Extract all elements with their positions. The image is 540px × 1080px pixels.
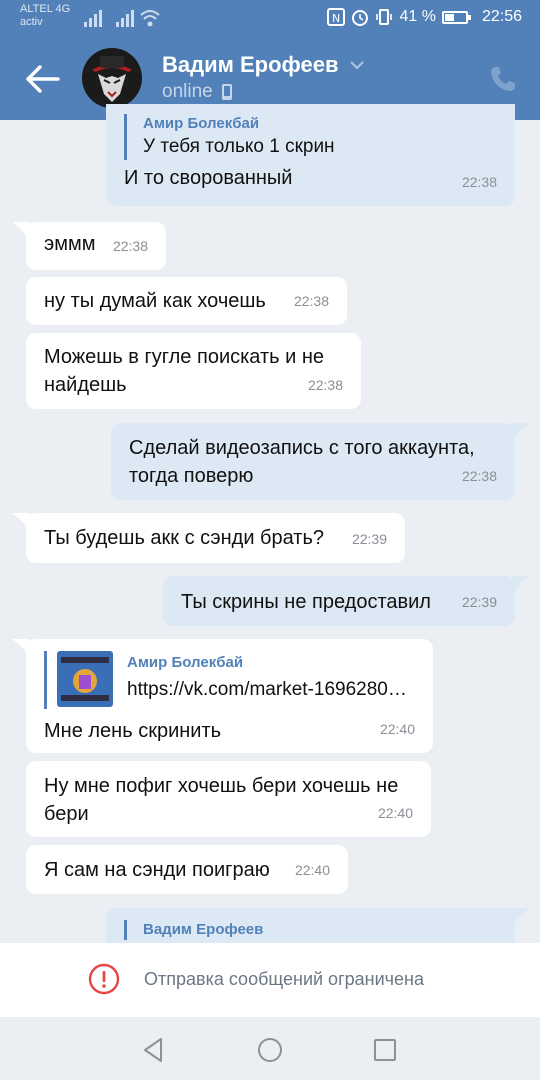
reply-author: Амир Болекбай xyxy=(143,115,260,132)
reply-quote[interactable]: Вадим Ерофеев xyxy=(124,920,497,940)
message-text-line: тогда поверю xyxy=(129,465,254,487)
message-incoming[interactable]: Можешь в гугле поискать и не найдешь 22:… xyxy=(26,333,361,409)
reply-author: Амир Болекбай xyxy=(127,654,244,671)
contact-name: Вадим Ерофеев xyxy=(162,52,339,77)
nav-back-icon[interactable] xyxy=(139,1035,169,1065)
message-time: 22:38 xyxy=(461,174,497,190)
message-text-line: Можешь в гугле поискать и не xyxy=(44,346,325,368)
nav-recents-icon[interactable] xyxy=(370,1035,400,1065)
message-incoming[interactable]: Я сам на сэнди поиграю 22:40 xyxy=(26,845,348,894)
wolf-avatar-icon xyxy=(82,48,142,108)
status-right: N 41 % 22:56 xyxy=(327,8,522,26)
contact-name-button[interactable]: Вадим Ерофеев xyxy=(162,52,365,78)
message-time: 22:40 xyxy=(294,862,330,878)
message-text: Мне лень скринить xyxy=(44,720,222,742)
battery-icon xyxy=(441,10,471,24)
clock: 22:56 xyxy=(481,8,522,25)
carrier-name: ALTEL 4G xyxy=(20,3,71,15)
message-time: 22:40 xyxy=(379,721,415,737)
message-text: Ты скрины не предоставил xyxy=(181,591,431,613)
message-time: 22:39 xyxy=(351,531,387,547)
restriction-text: Отправка сообщений ограничена xyxy=(144,969,424,989)
status-bar: ALTEL 4G activ N 41 % 22:56 xyxy=(0,0,540,38)
message-text-line: Ну мне пофиг хочешь бери хочешь не xyxy=(44,775,399,797)
message-text-line: Сделай видеозапись с того аккаунта, xyxy=(129,437,475,459)
message-time: 22:38 xyxy=(112,238,148,254)
nfc-icon: N xyxy=(327,8,346,26)
back-arrow-icon[interactable] xyxy=(24,62,60,96)
reply-quote[interactable]: Амир Болекбай https://vk.com/market-1696… xyxy=(44,651,415,709)
carrier-sub: activ xyxy=(20,16,43,28)
online-status: online xyxy=(162,81,213,102)
message-text-line: бери xyxy=(44,803,89,825)
message-time: 22:38 xyxy=(307,377,343,393)
carrier-label: ALTEL 4G activ xyxy=(20,3,70,29)
message-text: Ты будешь акк с сэнди брать? xyxy=(44,527,325,549)
battery-percent: 41 % xyxy=(399,8,436,25)
message-incoming[interactable]: Ну мне пофиг хочешь бери хочешь не бери … xyxy=(26,761,431,837)
message-time: 22:40 xyxy=(377,805,413,821)
wifi-icon xyxy=(140,10,160,27)
system-nav-bar xyxy=(0,1017,540,1080)
chevron-down-icon xyxy=(349,61,364,70)
signal-icon-2 xyxy=(116,10,134,27)
vibrate-icon xyxy=(376,9,393,25)
warning-icon xyxy=(88,963,120,995)
message-outgoing[interactable]: Сделай видеозапись с того аккаунта, тогд… xyxy=(111,423,515,500)
message-text: ну ты думай как хочешь xyxy=(44,290,266,312)
message-outgoing[interactable]: Вадим Ерофеев xyxy=(106,908,515,944)
message-outgoing[interactable]: Амир Болекбай У тебя только 1 скрин И то… xyxy=(106,104,515,206)
message-incoming[interactable]: Ты будешь акк с сэнди брать? 22:39 xyxy=(26,513,405,563)
message-text: Я сам на сэнди поиграю xyxy=(44,859,270,881)
message-incoming[interactable]: эммм 22:38 xyxy=(26,222,166,270)
message-text: И то сворованный xyxy=(124,167,293,189)
message-restricted-bar: Отправка сообщений ограничена xyxy=(0,943,540,1017)
message-time: 22:38 xyxy=(293,293,329,309)
message-time: 22:38 xyxy=(461,468,497,484)
message-text-line: найдешь xyxy=(44,374,127,396)
reply-text: У тебя только 1 скрин xyxy=(143,136,335,157)
message-incoming[interactable]: ну ты думай как хочешь 22:38 xyxy=(26,277,347,325)
reply-author: Вадим Ерофеев xyxy=(143,921,264,938)
phone-call-icon[interactable] xyxy=(488,64,518,94)
message-time: 22:39 xyxy=(461,594,497,610)
svg-text:N: N xyxy=(332,12,340,25)
reply-quote[interactable]: Амир Болекбай У тебя только 1 скрин xyxy=(124,114,497,160)
avatar[interactable] xyxy=(82,48,142,108)
mobile-icon xyxy=(221,84,232,100)
market-thumbnail xyxy=(57,651,113,707)
top-bar: ALTEL 4G activ N 41 % 22:56 Вадим Ерофее… xyxy=(0,0,540,120)
nav-home-icon[interactable] xyxy=(255,1035,285,1065)
message-outgoing[interactable]: Ты скрины не предоставил 22:39 xyxy=(163,576,515,626)
message-incoming[interactable]: Амир Болекбай https://vk.com/market-1696… xyxy=(26,639,433,753)
reply-link[interactable]: https://vk.com/market-1696280… xyxy=(127,677,415,703)
alarm-icon xyxy=(352,10,369,26)
contact-status: online xyxy=(162,81,233,103)
signal-icon xyxy=(84,10,102,27)
